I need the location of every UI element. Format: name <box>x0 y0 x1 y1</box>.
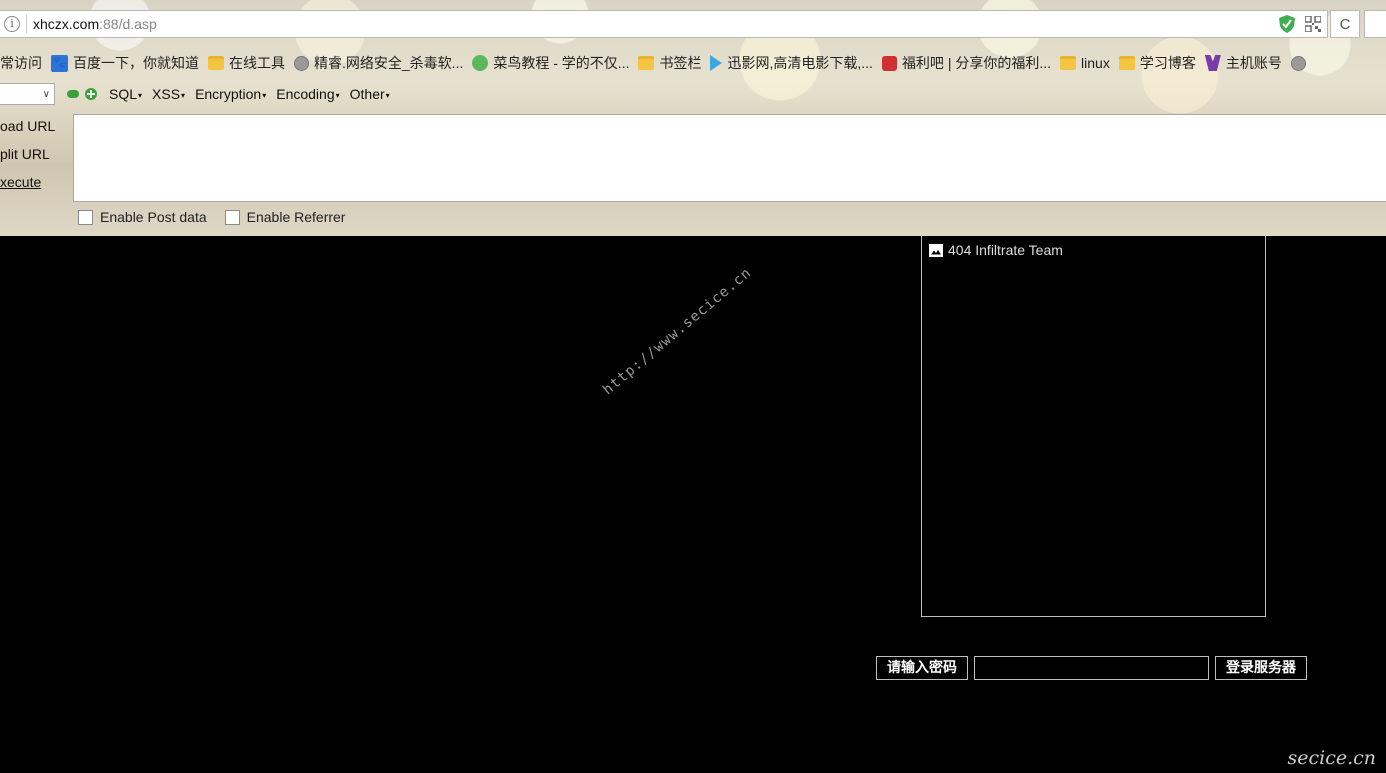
bookmark-label: 精睿.网络安全_杀毒软... <box>314 55 464 71</box>
plus-icon[interactable] <box>85 88 97 100</box>
panel-title: 404 Infiltrate Team <box>929 242 1063 258</box>
caret-down-icon: ▾ <box>262 90 267 100</box>
url-host: xhczx.com <box>33 16 100 32</box>
enable-referrer-option[interactable]: Enable Referrer <box>224 209 346 225</box>
folder-icon <box>638 56 655 70</box>
menu-encoding[interactable]: Encoding▾ <box>276 86 339 102</box>
login-form: 请输入密码 登录服务器 <box>876 656 1307 680</box>
bookmark-label: 福利吧 | 分享你的福利... <box>901 55 1052 71</box>
bookmark-frequent[interactable]: 常访问 <box>0 53 42 73</box>
bookmark-label: 菜鸟教程 - 学的不仅... <box>493 55 630 71</box>
bookmark-bookmarks-folder[interactable]: 书签栏 <box>638 53 701 73</box>
bookmark-label: 百度一下，你就知道 <box>73 55 199 71</box>
bookmark-label: 学习博客 <box>1139 55 1196 71</box>
image-panel: 404 Infiltrate Team <box>921 236 1266 617</box>
menu-label: Encoding <box>276 86 335 102</box>
bookmark-jingrui[interactable]: 精睿.网络安全_杀毒软... <box>294 53 463 73</box>
globe-icon <box>294 55 309 71</box>
hackbar-menus: SQL▾ XSS▾ Encryption▾ Encoding▾ Other▾ <box>109 86 390 102</box>
play-icon <box>710 55 723 71</box>
split-url-button[interactable]: plit URL <box>0 142 74 170</box>
menu-sql[interactable]: SQL▾ <box>109 86 142 102</box>
url-text[interactable]: xhczx.com:88/d.asp <box>33 16 157 32</box>
baidu-paw-icon: 🐾 <box>51 54 68 72</box>
bookmark-host-account[interactable]: 主机账号 <box>1204 53 1282 73</box>
broken-image-icon <box>929 243 943 257</box>
bookmark-label: 书签栏 <box>659 55 702 71</box>
folder-icon <box>208 56 224 70</box>
url-actions <box>1279 15 1321 33</box>
url-path: :88/d.asp <box>99 16 157 32</box>
bookmark-label: 主机账号 <box>1225 55 1282 71</box>
login-server-button[interactable]: 登录服务器 <box>1215 656 1307 680</box>
hackbar-url-textarea[interactable] <box>73 114 1386 202</box>
split-url-label: plit URL <box>0 146 50 162</box>
menu-other[interactable]: Other▾ <box>350 86 390 102</box>
enable-post-option[interactable]: Enable Post data <box>78 209 207 225</box>
watermark-diagonal: http://www.secice.cn <box>600 264 755 399</box>
bookmark-runoob[interactable]: 菜鸟教程 - 学的不仅... <box>472 53 629 73</box>
bookmark-fuliba[interactable]: 福利吧 | 分享你的福利... <box>881 53 1052 73</box>
runoob-icon <box>472 55 489 71</box>
password-label: 请输入密码 <box>876 656 968 680</box>
enable-post-label: Enable Post data <box>100 209 207 225</box>
menu-label: Encryption <box>195 86 262 102</box>
hackbar-actions: oad URL plit URL xecute <box>0 114 74 198</box>
hackbar-step-controls <box>67 88 97 100</box>
caret-down-icon: ▾ <box>335 90 340 100</box>
address-bar[interactable]: i xhczx.com:88/d.asp <box>0 10 1328 38</box>
execute-button[interactable]: xecute <box>0 170 74 198</box>
bookmark-label: 迅影网,高清电影下载,... <box>727 55 873 71</box>
folder-icon <box>1060 56 1077 70</box>
caret-down-icon: ▾ <box>181 90 186 100</box>
load-url-label: oad URL <box>0 118 56 134</box>
folder-icon <box>1118 56 1135 70</box>
menu-label: Other <box>349 86 385 102</box>
bookmark-study-blog[interactable]: 学习博客 <box>1118 53 1196 73</box>
shield-icon[interactable] <box>1279 15 1295 33</box>
bookmark-label: 常访问 <box>0 55 42 71</box>
fuliba-icon <box>881 55 897 71</box>
bookmark-linux[interactable]: linux <box>1060 55 1110 71</box>
bookmark-label: 在线工具 <box>229 55 285 71</box>
url-separator <box>26 15 27 33</box>
menu-encryption[interactable]: Encryption▾ <box>195 86 266 102</box>
qr-code-icon[interactable] <box>1305 16 1321 32</box>
enable-referrer-label: Enable Referrer <box>246 209 346 225</box>
bookmark-more[interactable] <box>1290 55 1306 71</box>
enable-referrer-checkbox[interactable] <box>224 209 240 225</box>
hackbar-toolbar: ∨ SQL▾ XSS▾ Encryption▾ Encoding▾ Other▾ <box>0 82 1386 106</box>
load-url-button[interactable]: oad URL <box>0 114 74 142</box>
overflow-button[interactable] <box>1364 10 1386 38</box>
bookmark-online-tools[interactable]: 在线工具 <box>208 53 285 73</box>
globe-icon <box>1290 55 1306 71</box>
execute-label: xecute <box>0 174 42 190</box>
page-content: 404 Infiltrate Team http://www.secice.cn… <box>0 236 1386 773</box>
caret-down-icon: ▾ <box>385 90 390 100</box>
menu-label: SQL <box>109 86 138 102</box>
bookmark-label: linux <box>1081 55 1110 71</box>
bookmarks-bar: 常访问 🐾 百度一下，你就知道 在线工具 精睿.网络安全_杀毒软... 菜鸟教程 … <box>0 50 1386 76</box>
reload-button[interactable]: C <box>1330 10 1360 38</box>
info-icon[interactable]: i <box>4 16 20 32</box>
minus-icon[interactable] <box>67 90 79 98</box>
password-input[interactable] <box>974 656 1209 680</box>
bookmark-baidu[interactable]: 🐾 百度一下，你就知道 <box>51 53 199 73</box>
caret-down-icon: ▾ <box>138 90 143 100</box>
reload-icon: C <box>1339 15 1351 33</box>
hackbar-dropdown[interactable]: ∨ <box>0 83 55 105</box>
chevron-down-icon: ∨ <box>42 88 50 100</box>
panel-title-text: 404 Infiltrate Team <box>948 242 1063 258</box>
enable-post-checkbox[interactable] <box>78 209 93 225</box>
menu-label: XSS <box>152 86 181 102</box>
watermark-corner: secice.cn <box>1287 747 1376 769</box>
menu-xss[interactable]: XSS▾ <box>152 86 185 102</box>
hackbar-options: Enable Post data Enable Referrer <box>78 209 345 225</box>
bookmark-xunying[interactable]: 迅影网,高清电影下载,... <box>710 53 873 73</box>
host-icon <box>1204 55 1221 71</box>
